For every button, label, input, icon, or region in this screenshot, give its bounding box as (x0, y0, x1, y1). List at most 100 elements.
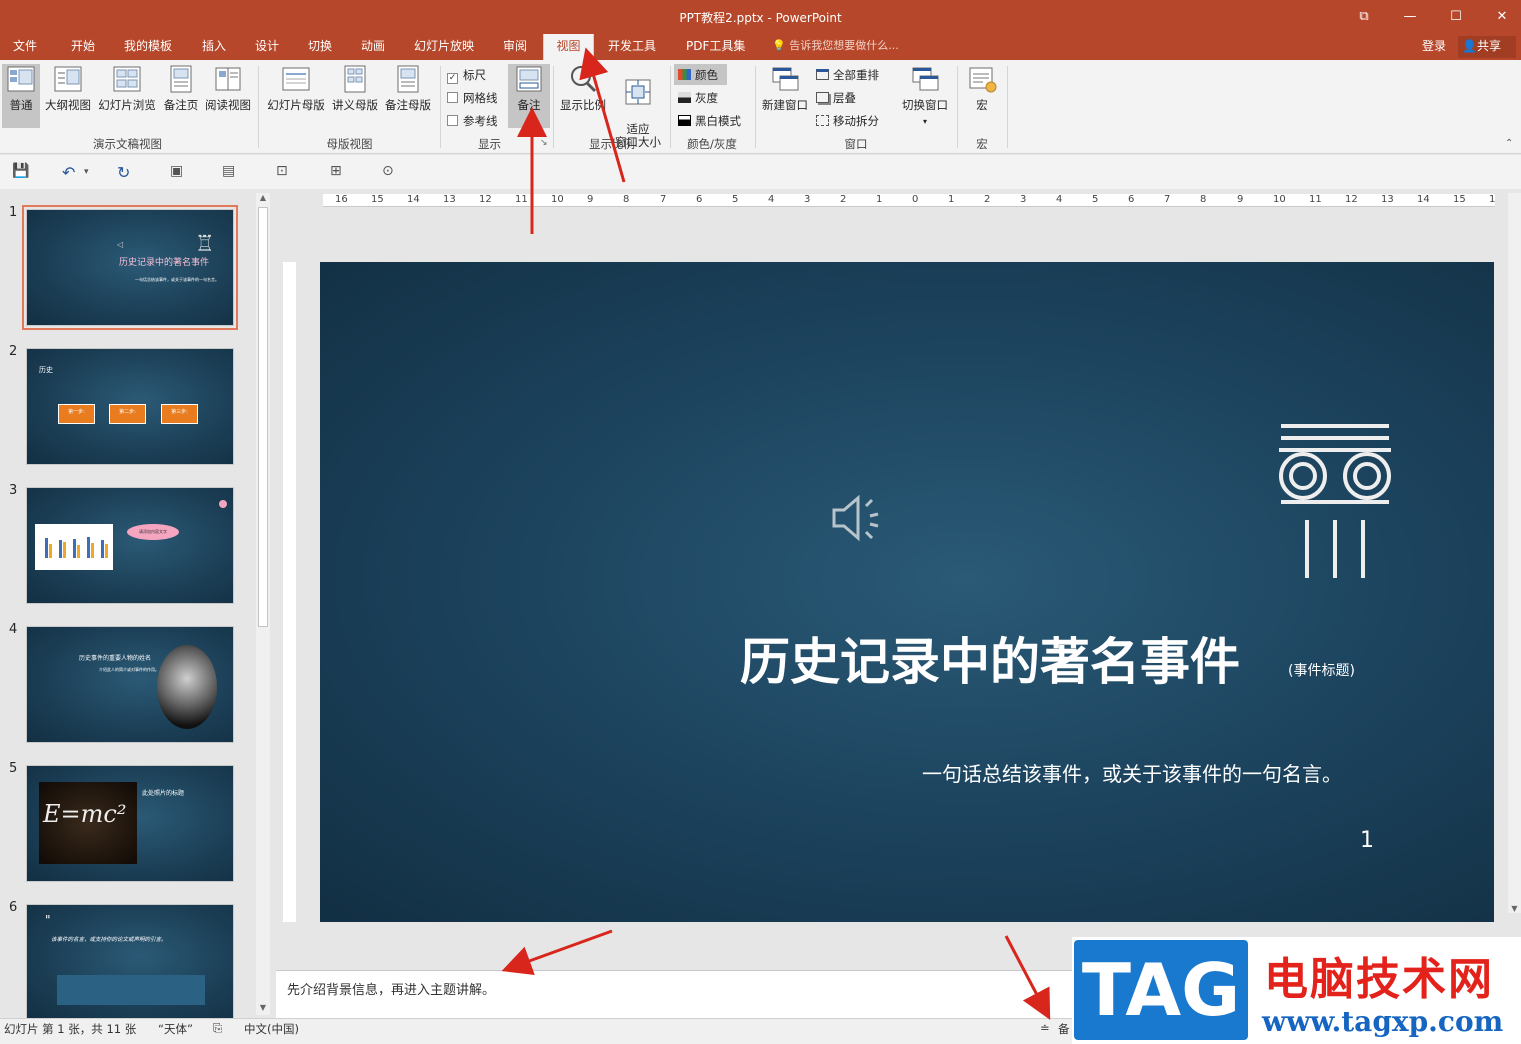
notes-button[interactable]: 备注 (508, 64, 550, 128)
speaker-icon[interactable] (830, 488, 890, 548)
new-window-button[interactable]: 新建窗口 (760, 64, 810, 128)
close-button[interactable]: ✕ (1488, 6, 1516, 28)
move-split-button[interactable]: 移动拆分 (816, 113, 879, 129)
arrange-all-button[interactable]: 全部重排 (816, 67, 879, 83)
ribbon-display-options-button[interactable]: ⧉ (1350, 6, 1378, 28)
tab-review[interactable]: 审阅 (495, 34, 535, 60)
tell-me-search[interactable]: 💡 告诉我您想要做什么... (772, 34, 899, 60)
outline-view-label: 大纲视图 (45, 98, 91, 112)
outline-view-button[interactable]: 大纲视图 (43, 64, 93, 128)
slide-master-button[interactable]: 幻灯片母版 (265, 64, 327, 128)
checkmark-icon: ✓ (447, 73, 458, 84)
tab-pdf-tools[interactable]: PDF工具集 (678, 34, 753, 60)
notes-toggle-label[interactable]: 备 (1058, 1021, 1070, 1037)
maximize-button[interactable]: ☐ (1442, 6, 1470, 28)
slide-subtitle[interactable]: (事件标题) (1288, 660, 1355, 680)
language-indicator[interactable]: 中文(中国) (244, 1021, 299, 1037)
notes-text[interactable]: 先介绍背景信息，再进入主题讲解。 (287, 979, 495, 998)
formula-image: E=mc² (39, 782, 137, 864)
tab-developer[interactable]: 开发工具 (600, 34, 664, 60)
slide-thumbnail-1[interactable]: 历史记录中的著名事件 一句话总结该事件，或关于该事件的一句名言。 ◁ ♖ (22, 205, 238, 330)
macro-label: 宏 (976, 98, 988, 112)
scroll-down-icon[interactable]: ▼ (257, 1003, 269, 1015)
normal-view-button[interactable]: 普通 (2, 64, 40, 128)
slide-quote[interactable]: 一句话总结该事件，或关于该事件的一句名言。 (922, 758, 1342, 787)
cascade-icon (816, 92, 829, 103)
preview-icon[interactable]: ⊙ (382, 163, 394, 179)
slide-thumbnail-4[interactable]: 历史事件的重要人物的姓名 介绍此人的简介或对事件的作用。 (26, 626, 234, 743)
guides-checkbox[interactable]: 参考线 (447, 113, 498, 129)
ruler-tick-label: 5 (1092, 194, 1099, 205)
slide-master-icon (282, 67, 310, 91)
minimize-button[interactable]: — (1396, 6, 1424, 28)
scroll-down-icon[interactable]: ▼ (1508, 904, 1521, 913)
tab-view[interactable]: 视图 (543, 34, 594, 60)
group-label-color: 颜色/灰度 (687, 137, 737, 151)
undo-icon[interactable]: ↶ (62, 163, 75, 182)
share-button[interactable]: 👤共享 (1458, 36, 1516, 58)
thumbnails-scrollbar[interactable]: ▲ ▼ (256, 193, 270, 1015)
thumbnail-number: 5 (9, 761, 18, 776)
scroll-up-icon[interactable]: ▲ (257, 193, 269, 205)
group-separator (670, 66, 671, 148)
tab-insert[interactable]: 插入 (194, 34, 234, 60)
quick-access-toolbar: 💾 ↶ ▾ ↻ ▣ ▤ ⊡ ⊞ ⊙ (0, 155, 1521, 189)
new-window-icon (772, 67, 799, 91)
layout-icon[interactable]: ▤ (222, 163, 235, 179)
window-title: PPT教程2.pptx - PowerPoint (679, 11, 842, 25)
slide-canvas[interactable]: 历史记录中的著名事件 (事件标题) 一句话总结该事件，或关于该事件的一句名言。 … (320, 262, 1494, 922)
slide-title[interactable]: 历史记录中的著名事件 (740, 622, 1240, 694)
redo-icon[interactable]: ↻ (117, 163, 130, 182)
present-icon[interactable]: ⊡ (276, 163, 288, 179)
scroll-thumb[interactable] (258, 207, 268, 627)
slide-sorter-button[interactable]: 幻灯片浏览 (96, 64, 158, 128)
collapse-ribbon-icon[interactable]: ⌃ (1505, 138, 1513, 149)
group-separator (1007, 66, 1008, 148)
ruler-tick-label: 15 (1453, 194, 1466, 205)
watermark: TAG 电脑技术网 www.tagxp.com (1072, 937, 1521, 1044)
slide-thumbnail-5[interactable]: E=mc² 此处照片的标题 (26, 765, 234, 882)
grayscale-button[interactable]: 灰度 (678, 90, 718, 106)
ruler-tick-label: 4 (768, 194, 775, 205)
tab-animations[interactable]: 动画 (353, 34, 393, 60)
tab-slideshow[interactable]: 幻灯片放映 (406, 34, 482, 60)
slide-thumbnail-2[interactable]: 历史 第一步: 第二步: 第三步: (26, 348, 234, 465)
save-icon[interactable]: 💾 (12, 163, 29, 179)
tab-my-templates[interactable]: 我的模板 (116, 34, 180, 60)
login-link[interactable]: 登录 (1422, 34, 1446, 58)
ruler-tick-label: 6 (1128, 194, 1135, 205)
color-button[interactable]: 颜色 (674, 64, 727, 85)
gridlines-checkbox[interactable]: 网格线 (447, 90, 498, 106)
cascade-button[interactable]: 层叠 (816, 90, 856, 106)
tab-transitions[interactable]: 切换 (300, 34, 340, 60)
new-slide-icon[interactable]: ▣ (170, 163, 183, 179)
macro-button[interactable]: 宏 (962, 64, 1002, 128)
from-beginning-icon[interactable]: ⊞ (330, 163, 342, 179)
handout-master-button[interactable]: 讲义母版 (330, 64, 380, 128)
fit-to-window-button[interactable]: 适应 窗口大小 (612, 64, 664, 149)
slide-thumbnail-3[interactable]: 请添加内容文字 (26, 487, 234, 604)
ruler-tick-label: 3 (804, 194, 811, 205)
color-icon (678, 69, 691, 80)
tab-design[interactable]: 设计 (247, 34, 287, 60)
slide-scrollbar[interactable]: ▼ (1508, 193, 1521, 913)
ruler-tick-label: 11 (1309, 194, 1322, 205)
black-white-button[interactable]: 黑白模式 (678, 113, 741, 129)
group-separator (440, 66, 441, 148)
thumbnail-number: 3 (9, 483, 18, 498)
spellcheck-icon[interactable]: ⎘ (213, 1021, 222, 1036)
notes-master-button[interactable]: 备注母版 (383, 64, 433, 128)
undo-dropdown-icon[interactable]: ▾ (84, 167, 89, 177)
horizontal-ruler: 16 15 14 13 12 11 10 9 8 7 6 5 4 3 2 1 0 1 2 3 4 5 6 7 8 9 10 11 12 1… (323, 194, 1495, 207)
reading-view-button[interactable]: 阅读视图 (203, 64, 253, 128)
tab-home[interactable]: 开始 (63, 34, 103, 60)
dialog-launcher-icon[interactable]: ↘ (540, 138, 548, 148)
slide-thumbnail-6[interactable]: " 该事件的名言，或支持你的论文或声明的引言。 (26, 904, 234, 1018)
zoom-button[interactable]: 显示比例 (558, 64, 608, 128)
switch-window-button[interactable]: 切换窗口 ▾ (898, 64, 952, 128)
notes-page-button[interactable]: 备注页 (161, 64, 201, 128)
ruler-checkbox[interactable]: ✓ 标尺 (447, 67, 486, 84)
handout-master-icon (344, 65, 366, 93)
notes-toggle-icon[interactable]: ≐ (1040, 1021, 1050, 1035)
tab-file[interactable]: 文件 (5, 34, 45, 60)
